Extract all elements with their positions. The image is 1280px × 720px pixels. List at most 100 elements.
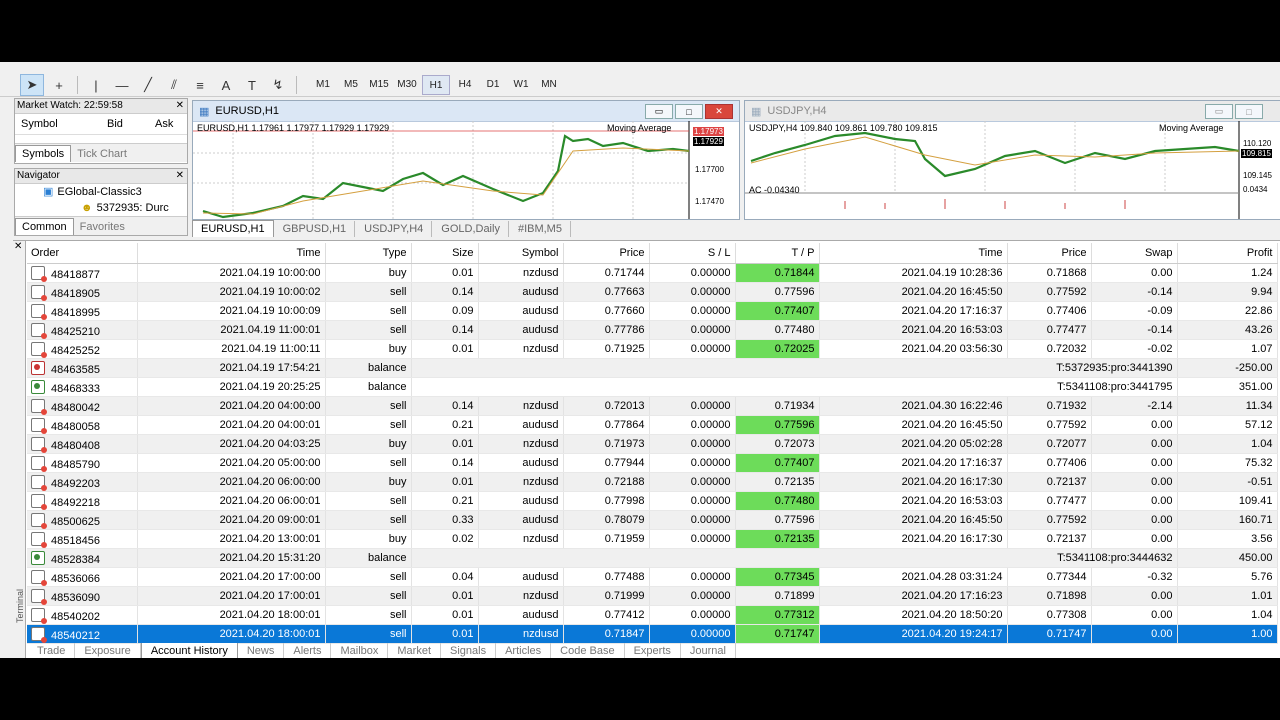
table-row[interactable]: 48480042 2021.04.20 04:00:00 sell 0.14 nzdus…	[27, 396, 1278, 416]
column-header[interactable]: Size	[411, 243, 479, 264]
order-cell[interactable]: 48540212	[27, 624, 138, 644]
order-cell[interactable]: 48528384	[27, 548, 138, 568]
crosshair-icon[interactable]: +	[48, 75, 70, 95]
order-cell[interactable]: 48418877	[27, 263, 138, 283]
order-cell[interactable]: 48418995	[27, 301, 138, 321]
trendline-icon[interactable]: ╱	[137, 75, 159, 95]
table-row[interactable]: 48485790 2021.04.20 05:00:00 sell 0.14 audus…	[27, 453, 1278, 473]
chart-tab[interactable]: EURUSD,H1	[192, 220, 274, 237]
chart-canvas[interactable]	[745, 121, 1280, 219]
column-header[interactable]: Time	[819, 243, 1008, 264]
table-row[interactable]: 48468333 2021.04.19 20:25:25 balance T:5341…	[27, 377, 1278, 397]
timeframe-w1-button[interactable]: W1	[508, 75, 534, 93]
table-row[interactable]: 48480058 2021.04.20 04:00:01 sell 0.21 audus…	[27, 415, 1278, 435]
close-icon[interactable]: ✕	[176, 99, 184, 113]
channel-icon[interactable]: ⫽	[163, 75, 185, 95]
order-cell[interactable]: 48500625	[27, 510, 138, 530]
nav-item-account[interactable]: ☻ 5372935: Durc	[15, 200, 187, 216]
table-row[interactable]: 48540212 2021.04.20 18:00:01 sell 0.01 nzdus…	[27, 624, 1278, 644]
minimize-button[interactable]: ▭	[645, 104, 673, 119]
order-cell[interactable]: 48485790	[27, 453, 138, 473]
order-cell[interactable]: 48418905	[27, 282, 138, 302]
vertical-line-icon[interactable]: |	[85, 75, 107, 95]
order-cell[interactable]: 48425210	[27, 320, 138, 340]
chart-window-eurusd[interactable]: ▦ EURUSD,H1 ▭ □ ✕ EURUSD,H1 1.17961 1.17…	[192, 100, 740, 220]
column-header[interactable]: Time	[137, 243, 326, 264]
timeframe-mn-button[interactable]: MN	[536, 75, 562, 93]
order-cell[interactable]: 48480408	[27, 434, 138, 454]
table-row[interactable]: 48418995 2021.04.19 10:00:09 sell 0.09 audus…	[27, 301, 1278, 321]
order-cell[interactable]: 48536090	[27, 586, 138, 606]
order-cell[interactable]: 48480042	[27, 396, 138, 416]
table-row[interactable]: 48536066 2021.04.20 17:00:00 sell 0.04 audus…	[27, 567, 1278, 587]
order-cell[interactable]: 48492218	[27, 491, 138, 511]
timeframe-m30-button[interactable]: M30	[394, 75, 420, 93]
tab-market[interactable]: Market	[388, 643, 442, 658]
tab-experts[interactable]: Experts	[625, 643, 681, 658]
column-header[interactable]: Price	[563, 243, 650, 264]
chart-tab[interactable]: GOLD,Daily	[433, 221, 509, 237]
tab-trade[interactable]: Trade	[28, 643, 76, 658]
table-row[interactable]: 48528384 2021.04.20 15:31:20 balance T:5341…	[27, 548, 1278, 568]
table-row[interactable]: 48492218 2021.04.20 06:00:01 sell 0.21 audus…	[27, 491, 1278, 511]
tab-journal[interactable]: Journal	[681, 643, 736, 658]
order-cell[interactable]: 48425252	[27, 339, 138, 359]
tab-articles[interactable]: Articles	[496, 643, 552, 658]
chart-tab[interactable]: #IBM,M5	[510, 221, 571, 237]
table-row[interactable]: 48540202 2021.04.20 18:00:01 sell 0.01 audus…	[27, 605, 1278, 625]
timeframe-h1-button[interactable]: H1	[422, 75, 450, 95]
text-icon[interactable]: A	[215, 75, 237, 95]
tab-signals[interactable]: Signals	[441, 643, 497, 658]
table-row[interactable]: 48518456 2021.04.20 13:00:01 buy 0.02 nzdusd…	[27, 529, 1278, 549]
table-row[interactable]: 48425252 2021.04.19 11:00:11 buy 0.01 nzdusd…	[27, 339, 1278, 359]
column-header[interactable]: Type	[325, 243, 412, 264]
close-icon[interactable]: ✕	[14, 241, 22, 252]
order-cell[interactable]: 48540202	[27, 605, 138, 625]
nav-item-server[interactable]: ▣ EGlobal-Classic3	[15, 184, 187, 200]
table-row[interactable]: 48418905 2021.04.19 10:00:02 sell 0.14 audus…	[27, 282, 1278, 302]
table-row[interactable]: 48425210 2021.04.19 11:00:01 sell 0.14 audus…	[27, 320, 1278, 340]
tab-news[interactable]: News	[238, 643, 285, 658]
cursor-icon[interactable]: ➤	[20, 74, 44, 96]
column-header[interactable]: Price	[1007, 243, 1092, 264]
order-cell[interactable]: 48468333	[27, 377, 138, 397]
order-cell[interactable]: 48492203	[27, 472, 138, 492]
fibonacci-icon[interactable]: ≡	[189, 75, 211, 95]
tab-common[interactable]: Common	[15, 218, 74, 235]
tab-alerts[interactable]: Alerts	[284, 643, 332, 658]
column-header[interactable]: Order	[27, 243, 138, 264]
tab-exposure[interactable]: Exposure	[75, 643, 141, 658]
tab-code-base[interactable]: Code Base	[551, 643, 625, 658]
column-bid[interactable]: Bid	[101, 118, 149, 130]
column-header[interactable]: S / L	[649, 243, 736, 264]
column-symbol[interactable]: Symbol	[15, 118, 101, 130]
timeframe-m5-button[interactable]: M5	[338, 75, 364, 93]
text-label-icon[interactable]: T	[241, 75, 263, 95]
maximize-button[interactable]: □	[1235, 104, 1263, 119]
horizontal-line-icon[interactable]: —	[111, 75, 133, 95]
close-icon[interactable]: ✕	[176, 169, 184, 183]
column-header[interactable]: Symbol	[478, 243, 564, 264]
column-header[interactable]: Profit	[1177, 243, 1278, 264]
arrows-icon[interactable]: ↯	[267, 75, 289, 95]
table-row[interactable]: 48480408 2021.04.20 04:03:25 buy 0.01 nzdusd…	[27, 434, 1278, 454]
timeframe-m1-button[interactable]: M1	[310, 75, 336, 93]
table-row[interactable]: 48463585 2021.04.19 17:54:21 balance T:5372…	[27, 358, 1278, 378]
column-header[interactable]: T / P	[735, 243, 820, 264]
close-button[interactable]: ✕	[705, 104, 733, 119]
table-row[interactable]: 48418877 2021.04.19 10:00:00 buy 0.01 nzdusd…	[27, 263, 1278, 283]
chart-tab[interactable]: USDJPY,H4	[356, 221, 433, 237]
timeframe-m15-button[interactable]: M15	[366, 75, 392, 93]
tab-mailbox[interactable]: Mailbox	[331, 643, 389, 658]
table-row[interactable]: 48500625 2021.04.20 09:00:01 sell 0.33 audus…	[27, 510, 1278, 530]
column-header[interactable]: Swap	[1091, 243, 1178, 264]
timeframe-d1-button[interactable]: D1	[480, 75, 506, 93]
table-row[interactable]: 48536090 2021.04.20 17:00:01 sell 0.01 nzdus…	[27, 586, 1278, 606]
order-cell[interactable]: 48518456	[27, 529, 138, 549]
tab-tick-chart[interactable]: Tick Chart	[71, 146, 133, 162]
chart-window-usdjpy[interactable]: ▦ USDJPY,H4 ▭ □ USDJPY,H4 109.840 109.86…	[744, 100, 1280, 220]
chart-canvas[interactable]	[193, 121, 739, 219]
order-cell[interactable]: 48480058	[27, 415, 138, 435]
tab-symbols[interactable]: Symbols	[15, 145, 72, 162]
minimize-button[interactable]: ▭	[1205, 104, 1233, 119]
